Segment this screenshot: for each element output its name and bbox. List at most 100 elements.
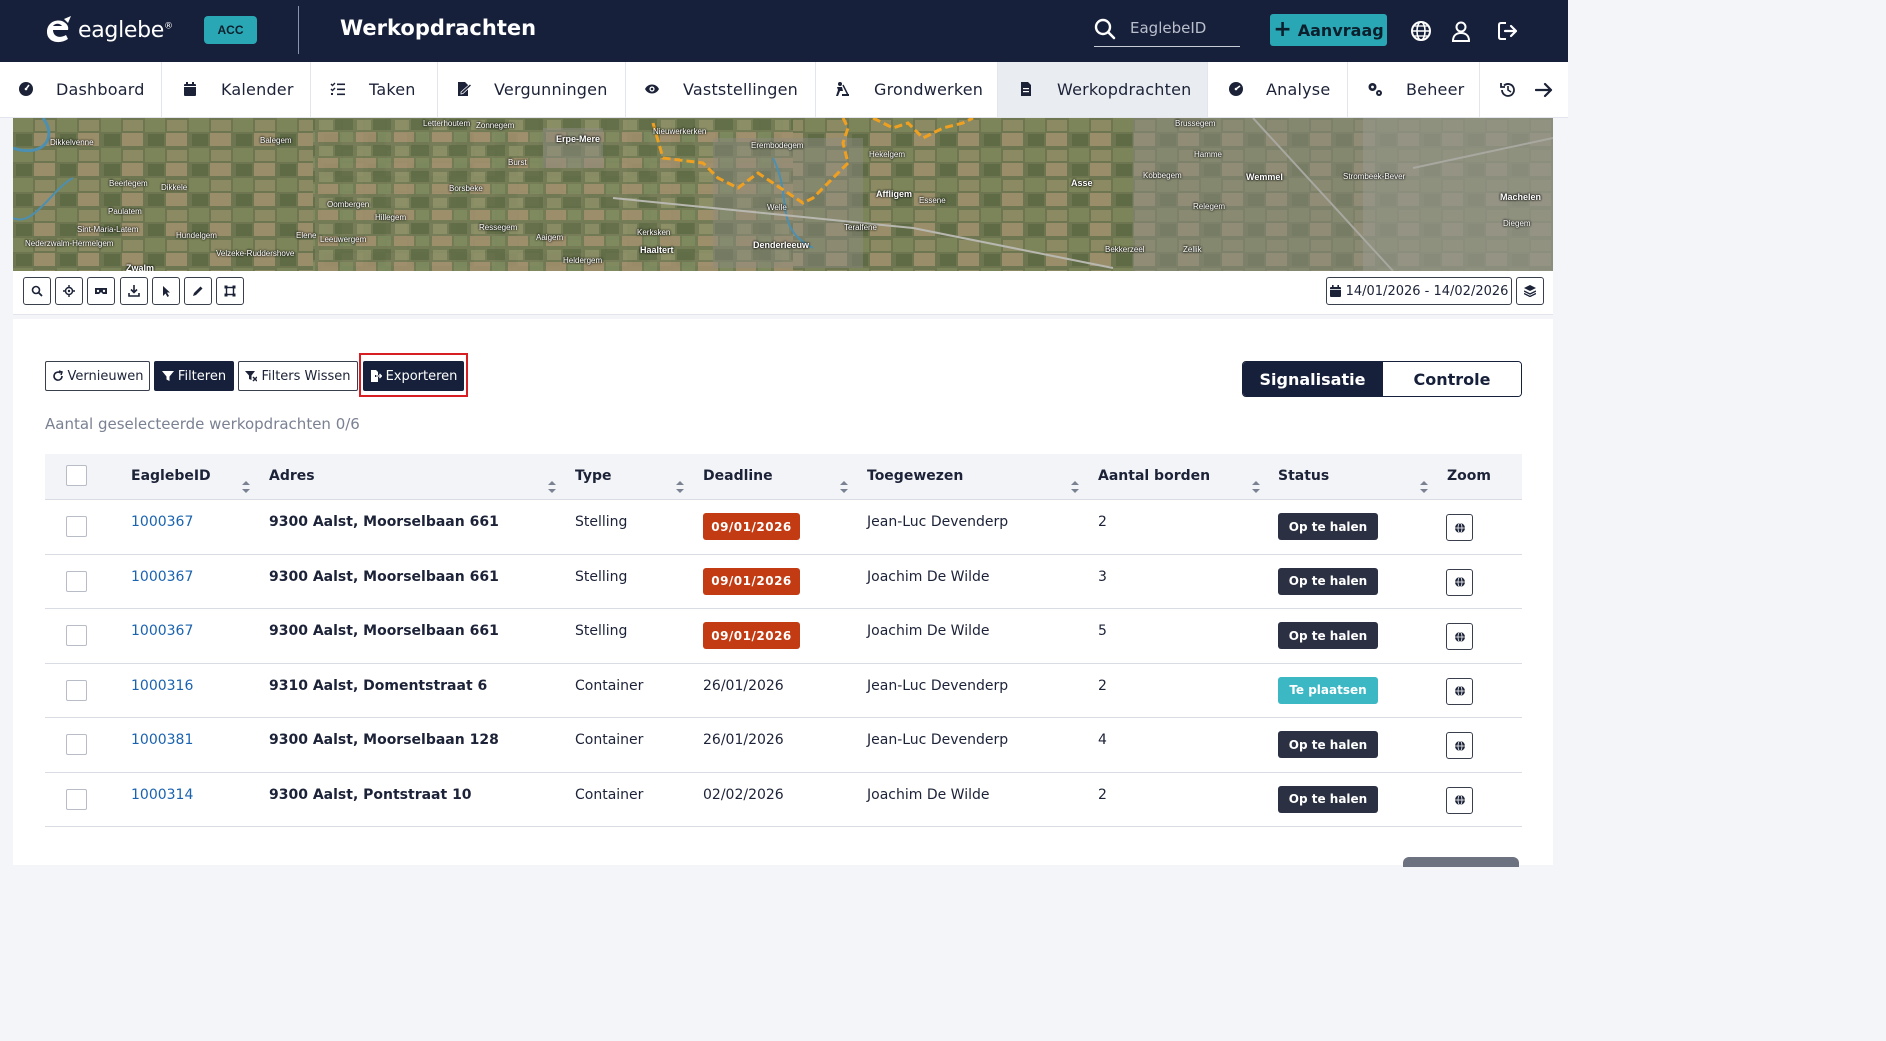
eaglebeid-link[interactable]: 1000314 (131, 787, 193, 803)
nav-item-kalender[interactable]: Kalender (162, 62, 311, 117)
nav-item-vaststellingen[interactable]: Vaststellingen (626, 62, 816, 117)
refresh-button[interactable]: Vernieuwen (45, 361, 150, 391)
column-header-type[interactable]: Type (575, 468, 612, 484)
map-label: Letterhoutem (423, 119, 471, 128)
column-header-adres[interactable]: Adres (269, 468, 315, 484)
user-icon[interactable] (1450, 20, 1472, 42)
scroll-button-partial[interactable] (1403, 857, 1519, 867)
row-checkbox[interactable] (66, 734, 87, 755)
row-checkbox[interactable] (66, 679, 87, 701)
zoom-button[interactable] (1446, 677, 1473, 705)
search-icon[interactable] (1094, 18, 1116, 40)
map-label: Hundelgem (176, 231, 217, 240)
map-layers-button[interactable] (1516, 277, 1544, 305)
row-checkbox[interactable] (66, 570, 87, 592)
type-cell: Container (575, 732, 644, 748)
history-icon[interactable] (1499, 81, 1517, 99)
column-header-eaglebeid[interactable]: EaglebeID (131, 468, 211, 484)
column-header-status[interactable]: Status (1278, 468, 1329, 484)
sort-icon[interactable] (676, 481, 684, 493)
map-locate-button[interactable] (55, 277, 83, 305)
zoom-button[interactable] (1446, 514, 1473, 541)
nav-item-vergunningen[interactable]: Vergunningen (438, 62, 626, 117)
map-street-view-button[interactable] (87, 277, 115, 305)
table-row[interactable]: 1000316 9310 Aalst, Domentstraat 6 Conta… (45, 664, 1522, 718)
globe-icon[interactable] (1410, 20, 1432, 42)
eaglebeid-link[interactable]: 1000381 (131, 732, 193, 748)
globe-icon (1454, 685, 1465, 697)
table-row[interactable]: 1000367 9300 Aalst, Moorselbaan 661 Stel… (45, 500, 1522, 555)
map-label: Strombeek-Bever (1343, 172, 1406, 181)
map-label: Borsbeke (449, 184, 483, 193)
table-row[interactable]: 1000381 9300 Aalst, Moorselbaan 128 Cont… (45, 718, 1522, 773)
nav-item-beheer[interactable]: Beheer (1348, 62, 1480, 117)
column-header-toegewezen[interactable]: Toegewezen (867, 468, 963, 484)
search-input[interactable] (1130, 19, 1235, 37)
map-label: Elene (296, 231, 317, 240)
map-label: Diegem (1503, 219, 1531, 228)
divider (298, 6, 299, 54)
table-row[interactable]: 1000367 9300 Aalst, Moorselbaan 661 Stel… (45, 609, 1522, 664)
zoom-button[interactable] (1446, 732, 1473, 759)
row-checkbox[interactable] (66, 516, 87, 537)
map-label: Teralfene (844, 223, 877, 232)
address-cell: 9310 Aalst, Domentstraat 6 (269, 677, 488, 694)
map-label: Zellik (1183, 245, 1202, 254)
map-label: Relegem (1193, 202, 1226, 211)
nav-item-werkopdrachten[interactable]: Werkopdrachten (998, 62, 1208, 117)
select-all-checkbox[interactable] (66, 465, 87, 486)
map-download-button[interactable] (120, 277, 148, 305)
eaglebeid-link[interactable]: 1000367 (131, 569, 193, 585)
map-pointer-button[interactable] (152, 277, 180, 305)
toggle-controle[interactable]: Controle (1382, 362, 1521, 396)
logo[interactable]: eaglebe® (42, 15, 173, 45)
map-select-area-button[interactable] (216, 277, 244, 305)
clear-filters-button[interactable]: Filters Wissen (238, 361, 358, 391)
table-row[interactable]: 1000314 9300 Aalst, Pontstraat 10 Contai… (45, 773, 1522, 827)
eaglebeid-link[interactable]: 1000367 (131, 514, 193, 530)
sort-icon[interactable] (1420, 481, 1428, 493)
logout-icon[interactable] (1497, 20, 1519, 42)
assigned-cell: Joachim De Wilde (867, 568, 990, 585)
map-label: Oombergen (327, 200, 370, 209)
sort-icon[interactable] (840, 481, 848, 493)
filter-button[interactable]: Filteren (154, 361, 234, 391)
nav-item-analyse[interactable]: Analyse (1208, 62, 1348, 117)
table-row[interactable]: 1000367 9300 Aalst, Moorselbaan 661 Stel… (45, 555, 1522, 609)
satellite-map[interactable]: Dikkelvenne Balegem Letterhoutem Zonnege… (13, 118, 1553, 271)
column-header-zoom: Zoom (1447, 468, 1491, 484)
globe-icon (1454, 576, 1465, 588)
date-range-picker[interactable]: 14/01/2026 - 14/02/2026 (1326, 277, 1512, 305)
nav-item-dashboard[interactable]: Dashboard (0, 62, 162, 117)
row-checkbox[interactable] (66, 788, 87, 810)
eaglebe-logo-icon (47, 16, 71, 43)
address-cell: 9300 Aalst, Moorselbaan 128 (269, 732, 499, 748)
sort-icon[interactable] (1252, 481, 1260, 493)
map-label: Zwalm (126, 263, 155, 271)
pointer-icon (163, 286, 170, 297)
eaglebeid-link[interactable]: 1000367 (131, 623, 193, 639)
toggle-signalisatie[interactable]: Signalisatie (1243, 362, 1382, 396)
zoom-button[interactable] (1446, 786, 1473, 814)
nav-item-grondwerken[interactable]: Grondwerken (816, 62, 998, 117)
sort-icon[interactable] (1071, 481, 1079, 493)
digging-icon (836, 82, 849, 96)
new-request-button[interactable]: + Aanvraag (1270, 14, 1387, 46)
column-header-deadline[interactable]: Deadline (703, 468, 773, 484)
map-search-button[interactable] (23, 277, 51, 305)
status-badge: Op te halen (1278, 567, 1378, 595)
row-checkbox[interactable] (66, 625, 87, 646)
status-badge: Te plaatsen (1278, 676, 1378, 704)
globe-icon (1454, 794, 1465, 806)
arrow-right-icon[interactable] (1535, 81, 1553, 99)
map-label: Hekelgem (869, 150, 906, 159)
filter-clear-icon (245, 371, 258, 382)
zoom-button[interactable] (1446, 623, 1473, 650)
column-header-aantal-borden[interactable]: Aantal borden (1098, 468, 1210, 484)
sort-icon[interactable] (548, 481, 556, 493)
map-draw-button[interactable] (184, 277, 212, 305)
eaglebeid-link[interactable]: 1000316 (131, 678, 193, 694)
nav-item-taken[interactable]: Taken (311, 62, 438, 117)
sort-icon[interactable] (242, 481, 250, 493)
zoom-button[interactable] (1446, 568, 1473, 596)
